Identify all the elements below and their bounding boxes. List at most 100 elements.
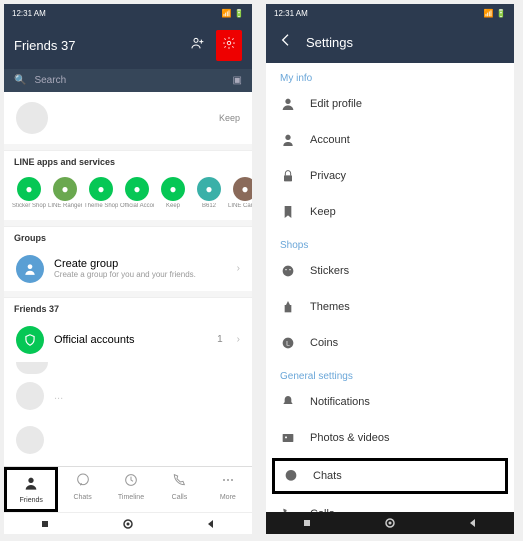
app-icon: ● [161, 177, 185, 201]
app-4[interactable]: ● Keep [156, 177, 190, 210]
apps-row[interactable]: ●Sticker Shop●LINE Rangers●Theme Shop●Of… [4, 171, 252, 220]
settings-edit-profile[interactable]: Edit profile [266, 86, 514, 122]
friend-row[interactable]: ... [4, 374, 252, 418]
settings-label: Account [310, 134, 350, 146]
settings-privacy[interactable]: Privacy [266, 158, 514, 194]
keep-icon [280, 204, 296, 220]
settings-label: Themes [310, 301, 350, 313]
settings-account[interactable]: Account [266, 122, 514, 158]
svg-text:L: L [286, 341, 290, 348]
app-icon: ● [17, 177, 41, 201]
tab-label: Friends [20, 497, 43, 504]
friends-header: Friends 37 [4, 22, 252, 69]
section-friends: Friends 37 [4, 297, 252, 318]
settings-themes[interactable]: Themes [266, 289, 514, 325]
chats-icon [283, 468, 299, 484]
settings-label: Notifications [310, 396, 370, 408]
app-label: Theme Shop [84, 203, 118, 210]
more-icon [220, 472, 236, 493]
app-5[interactable]: ●B612 [192, 177, 226, 210]
settings-keep[interactable]: Keep [266, 194, 514, 230]
app-icon: ● [233, 177, 252, 201]
tab-friends[interactable]: Friends [4, 467, 58, 512]
phone-right: 12:31 AM 📶 🔋 Settings My info Edit profi… [266, 4, 514, 534]
qr-icon[interactable]: ▣ [233, 75, 242, 86]
shield-icon [16, 326, 44, 354]
settings-photos[interactable]: Photos & videos [266, 420, 514, 456]
status-icons: 📶 🔋 [484, 9, 506, 18]
coins-icon: L [280, 335, 296, 351]
status-icons: 📶 🔋 [222, 9, 244, 18]
settings-label: Stickers [310, 265, 349, 277]
tab-chats[interactable]: Chats [58, 467, 106, 512]
friends-icon [23, 475, 39, 496]
app-1[interactable]: ● LINE Rangers [48, 177, 82, 210]
status-time: 12:31 AM [12, 9, 46, 18]
settings-label: Coins [310, 337, 338, 349]
friend-row[interactable] [4, 418, 252, 462]
section-groups: Groups [4, 226, 252, 247]
app-label: Keep [166, 203, 180, 210]
android-nav [4, 512, 252, 534]
create-group-row[interactable]: Create group Create a group for you and … [4, 247, 252, 291]
back-icon[interactable] [278, 32, 294, 53]
search-placeholder: Search [34, 75, 224, 86]
app-0[interactable]: ● Sticker Shop [12, 177, 46, 210]
settings-label: Photos & videos [310, 432, 390, 444]
create-group-sub: Create a group for you and your friends. [54, 270, 227, 279]
tab-label: Chats [73, 494, 91, 501]
section-apps: LINE apps and services [4, 150, 252, 171]
app-icon: ● [53, 177, 77, 201]
tab-more[interactable]: More [204, 467, 252, 512]
edit-profile-icon [280, 96, 296, 112]
official-count: 1 [217, 334, 223, 345]
settings-stickers[interactable]: Stickers [266, 253, 514, 289]
chats-icon [75, 472, 91, 493]
app-2[interactable]: ● Theme Shop [84, 177, 118, 210]
settings-label: Chats [313, 470, 342, 482]
section-general: General settings [266, 361, 514, 384]
settings-chats[interactable]: Chats [272, 458, 508, 494]
add-friend-icon[interactable] [190, 35, 206, 56]
chevron-right-icon: › [237, 263, 240, 274]
settings-label: Privacy [310, 170, 346, 182]
settings-icon[interactable] [216, 30, 242, 61]
photos-icon [280, 430, 296, 446]
settings-title: Settings [306, 35, 353, 50]
app-icon: ● [89, 177, 113, 201]
tab-label: Timeline [118, 494, 144, 501]
app-label: LINE Camera [228, 203, 252, 210]
themes-icon [280, 299, 296, 315]
friends-scroll[interactable]: Keep LINE apps and services ● Sticker Sho… [4, 92, 252, 466]
settings-coins[interactable]: L Coins [266, 325, 514, 361]
section-myinfo: My info [266, 63, 514, 86]
tab-label: More [220, 494, 236, 501]
bottom-tabbar: Friends Chats Timeline Calls More [4, 466, 252, 512]
tab-timeline[interactable]: Timeline [107, 467, 155, 512]
app-6[interactable]: ● LINE Camera [228, 177, 252, 210]
app-icon: ● [197, 177, 221, 201]
app-label: Official Accoun.. [120, 203, 154, 210]
settings-calls[interactable]: Calls [266, 496, 514, 512]
privacy-icon [280, 168, 296, 184]
settings-notifications[interactable]: Notifications [266, 384, 514, 420]
my-profile-row[interactable]: Keep [4, 92, 252, 144]
settings-label: Keep [310, 206, 336, 218]
chevron-right-icon: › [237, 334, 240, 345]
app-3[interactable]: ●Official Accoun.. [120, 177, 154, 210]
page-title: Friends 37 [14, 38, 75, 53]
search-bar[interactable]: 🔍 Search ▣ [4, 69, 252, 92]
settings-scroll[interactable]: My info Edit profile Account Privacy Keep S… [266, 63, 514, 512]
calls-icon [171, 472, 187, 493]
app-label: Sticker Shop [12, 203, 46, 210]
android-nav [266, 512, 514, 534]
avatar [16, 382, 44, 410]
app-label: LINE Rangers [48, 203, 82, 210]
official-title: Official accounts [54, 334, 207, 346]
official-accounts-row[interactable]: Official accounts 1 › [4, 318, 252, 362]
keep-link[interactable]: Keep [219, 113, 240, 123]
account-icon [280, 132, 296, 148]
tab-calls[interactable]: Calls [155, 467, 203, 512]
tab-label: Calls [172, 494, 188, 501]
timeline-icon [123, 472, 139, 493]
